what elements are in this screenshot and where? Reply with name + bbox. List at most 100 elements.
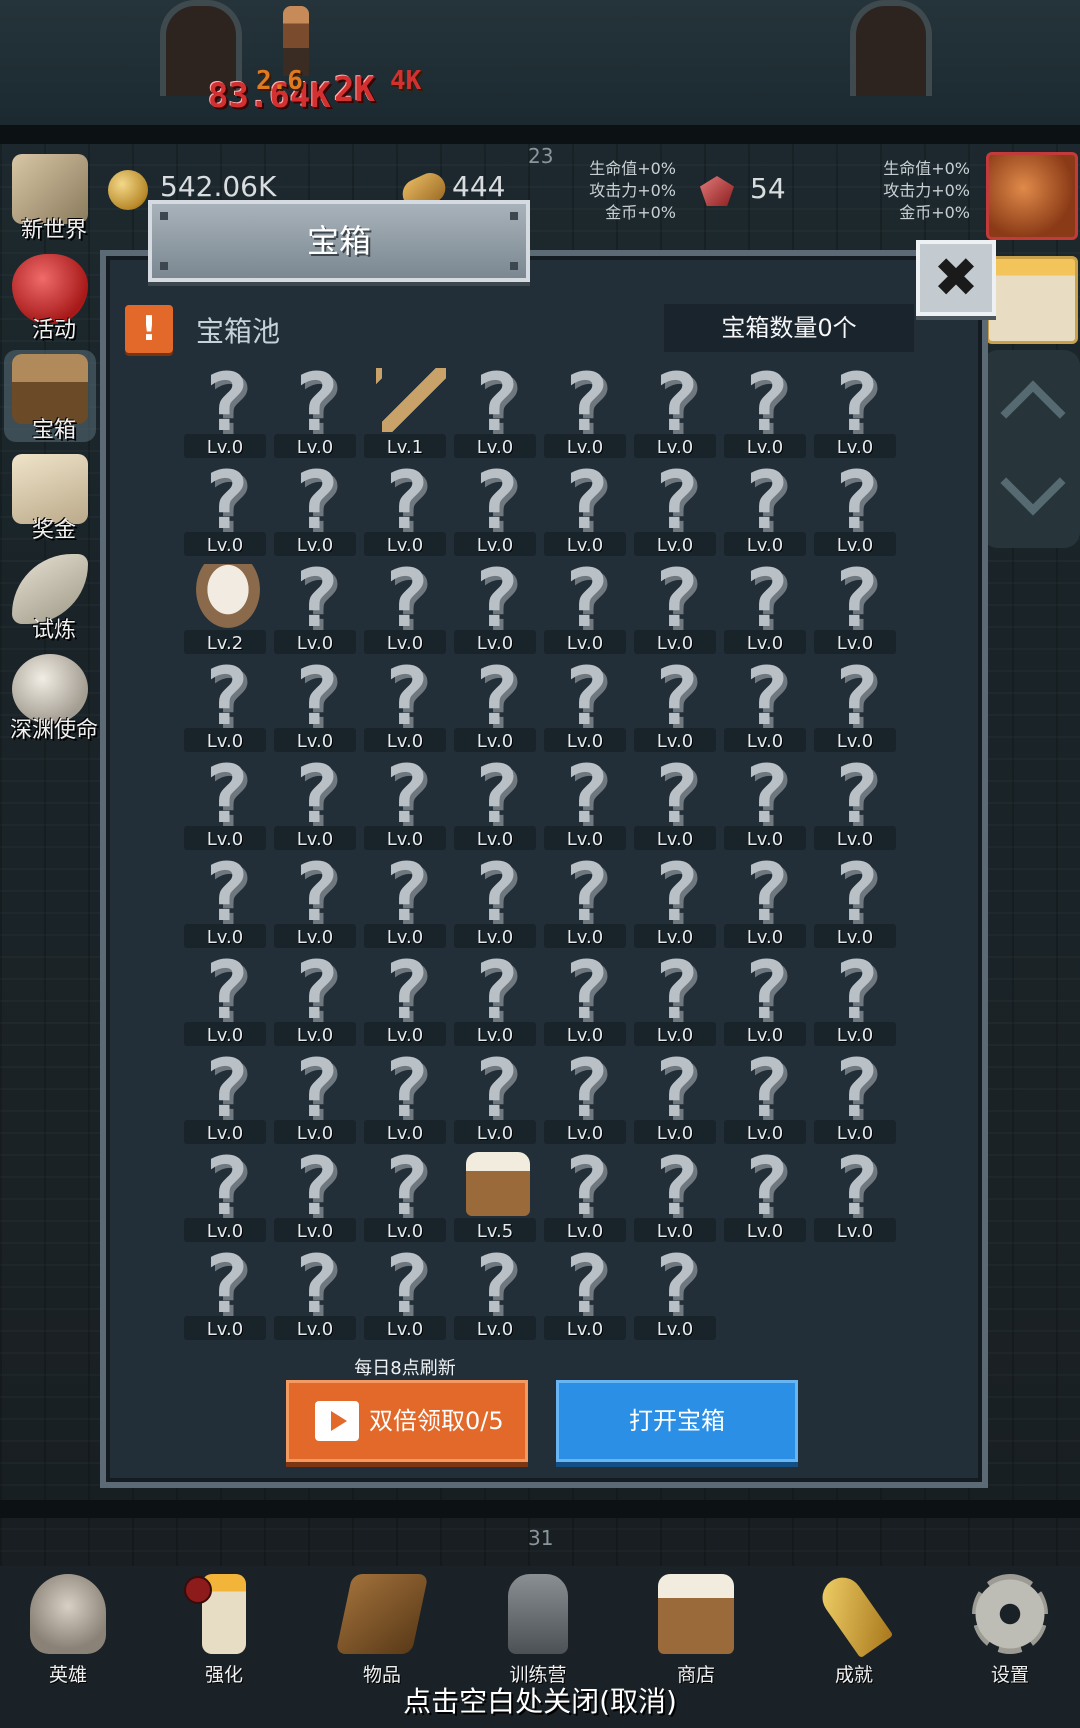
chest-slot[interactable]: ? Lv.0 <box>720 363 810 462</box>
chest-slot[interactable]: ? Lv.0 <box>540 1245 630 1344</box>
chest-slot[interactable]: ? Lv.0 <box>270 1147 360 1246</box>
chest-slot[interactable]: ? Lv.0 <box>450 461 540 560</box>
chest-slot[interactable]: Lv.1 <box>360 364 450 462</box>
close-button[interactable]: ✖ <box>916 240 996 316</box>
chest-slot[interactable]: ? Lv.0 <box>450 1245 540 1344</box>
sidebar-item-abyss-mission[interactable]: 深渊使命 <box>4 650 98 743</box>
chest-slot[interactable]: ? Lv.0 <box>360 559 450 658</box>
chest-slot[interactable]: ? Lv.0 <box>540 363 630 462</box>
chest-slot[interactable]: ? Lv.0 <box>630 657 720 756</box>
nav-settings[interactable]: 设置 <box>950 1574 1070 1686</box>
chest-slot[interactable]: Lv.2 <box>180 560 270 658</box>
open-chest-button[interactable]: 打开宝箱 <box>556 1380 798 1462</box>
chest-slot[interactable]: ? Lv.0 <box>270 951 360 1050</box>
chest-slot[interactable]: ? Lv.0 <box>810 951 900 1050</box>
chest-slot[interactable]: ? Lv.0 <box>810 657 900 756</box>
chest-slot[interactable]: ? Lv.0 <box>360 657 450 756</box>
chest-slot[interactable]: ? Lv.0 <box>720 951 810 1050</box>
chest-slot[interactable]: ? Lv.0 <box>450 363 540 462</box>
chest-slot[interactable]: ? Lv.0 <box>540 461 630 560</box>
chest-slot[interactable]: ? Lv.0 <box>180 853 270 952</box>
chest-slot[interactable]: ? Lv.0 <box>540 1147 630 1246</box>
chest-slot[interactable]: ? Lv.0 <box>450 657 540 756</box>
chest-slot[interactable]: ? Lv.0 <box>810 755 900 854</box>
sidebar-item-trial[interactable]: 试炼 <box>4 550 96 643</box>
chest-slot[interactable]: ? Lv.0 <box>450 755 540 854</box>
double-claim-button[interactable]: 双倍领取0/5 <box>286 1380 528 1462</box>
nav-training-camp[interactable]: 训练营 <box>478 1574 598 1686</box>
chest-slot[interactable]: ? Lv.0 <box>270 755 360 854</box>
chest-slot[interactable]: ? Lv.0 <box>180 951 270 1050</box>
chest-slot[interactable]: ? Lv.0 <box>720 755 810 854</box>
chest-slot[interactable]: ? Lv.0 <box>540 559 630 658</box>
sidebar-item-events[interactable]: 活动 <box>4 250 96 343</box>
chest-slot[interactable]: ? Lv.0 <box>450 1049 540 1148</box>
close-hint[interactable]: 点击空白处关闭(取消) <box>0 1680 1080 1720</box>
chest-slot[interactable]: ? Lv.0 <box>630 951 720 1050</box>
chest-slot[interactable]: ? Lv.0 <box>360 951 450 1050</box>
chest-slot[interactable]: ? Lv.0 <box>810 1140 900 1246</box>
chest-slot[interactable]: ? Lv.0 <box>360 1147 450 1246</box>
candle-icon[interactable] <box>986 256 1078 344</box>
nav-enhance[interactable]: 强化 <box>164 1574 284 1686</box>
chest-slot[interactable]: ? Lv.0 <box>540 657 630 756</box>
chest-slot[interactable]: ? Lv.0 <box>810 363 900 462</box>
chest-slot[interactable]: ? Lv.0 <box>360 1049 450 1148</box>
chest-slot[interactable]: ? Lv.0 <box>540 755 630 854</box>
chest-slot[interactable]: ? Lv.0 <box>720 461 810 560</box>
potion-apple-icon[interactable] <box>986 152 1078 240</box>
chest-slot[interactable]: ? Lv.0 <box>360 853 450 952</box>
chest-slot[interactable]: ? Lv.0 <box>180 755 270 854</box>
chest-slot[interactable]: ? Lv.0 <box>270 1245 360 1344</box>
nav-items[interactable]: 物品 <box>322 1574 442 1686</box>
sidebar-item-new-world[interactable]: 新世界 <box>4 150 96 243</box>
nav-shop[interactable]: 商店 <box>636 1574 756 1686</box>
chest-slot[interactable]: ? Lv.0 <box>450 853 540 952</box>
chest-slot[interactable]: ? Lv.0 <box>270 363 360 462</box>
unknown-item-icon: ? <box>831 1140 881 1233</box>
chest-slot[interactable]: ? Lv.0 <box>360 755 450 854</box>
chevron-up-icon[interactable] <box>1000 380 1066 446</box>
chest-slot[interactable]: ? Lv.0 <box>540 853 630 952</box>
chest-slot[interactable]: ? Lv.0 <box>720 657 810 756</box>
chest-slot[interactable]: ? Lv.0 <box>630 559 720 658</box>
chest-slot[interactable]: Lv.5 <box>450 1148 540 1246</box>
chest-slot[interactable]: ? Lv.0 <box>720 559 810 658</box>
chest-slot[interactable]: ? Lv.0 <box>180 1147 270 1246</box>
chest-slot[interactable]: ? Lv.0 <box>630 755 720 854</box>
chest-slot[interactable]: ? Lv.0 <box>810 1049 900 1148</box>
chest-slot[interactable]: ? Lv.0 <box>180 1245 270 1344</box>
sidebar-item-chest[interactable]: 宝箱 <box>4 350 96 443</box>
chest-slot[interactable]: ? Lv.0 <box>180 461 270 560</box>
chest-slot[interactable]: ? Lv.0 <box>720 1147 810 1246</box>
chest-slot[interactable]: ? Lv.0 <box>270 853 360 952</box>
chest-slot[interactable]: ? Lv.0 <box>180 657 270 756</box>
chest-slot[interactable]: ? Lv.0 <box>540 951 630 1050</box>
chevron-down-icon[interactable] <box>1000 450 1066 516</box>
chest-slot[interactable]: ? Lv.0 <box>630 1049 720 1148</box>
chest-slot[interactable]: ? Lv.0 <box>630 363 720 462</box>
chest-slot[interactable]: ? Lv.0 <box>270 559 360 658</box>
chest-slot[interactable]: ? Lv.0 <box>360 1245 450 1344</box>
chest-slot[interactable]: ? Lv.0 <box>630 461 720 560</box>
chest-slot[interactable]: ? Lv.0 <box>270 461 360 560</box>
chest-slot[interactable]: ? Lv.0 <box>720 1049 810 1148</box>
chest-slot[interactable]: ? Lv.0 <box>810 461 900 560</box>
nav-hero[interactable]: 英雄 <box>8 1574 128 1686</box>
chest-slot[interactable]: ? Lv.0 <box>270 1049 360 1148</box>
chest-slot[interactable]: ? Lv.0 <box>720 853 810 952</box>
chest-slot[interactable]: ? Lv.0 <box>180 1049 270 1148</box>
chest-slot[interactable]: ? Lv.0 <box>450 559 540 658</box>
chest-slot[interactable]: ? Lv.0 <box>180 363 270 462</box>
chest-slot[interactable]: ? Lv.0 <box>630 853 720 952</box>
chest-slot[interactable]: ? Lv.0 <box>810 559 900 658</box>
sidebar-item-bonus[interactable]: 奖金 <box>4 450 96 543</box>
chest-slot[interactable]: ? Lv.0 <box>540 1049 630 1148</box>
nav-achievements[interactable]: 成就 <box>794 1569 914 1686</box>
chest-slot[interactable]: ? Lv.0 <box>270 657 360 756</box>
chest-slot[interactable]: ? Lv.0 <box>450 951 540 1050</box>
chest-slot[interactable]: ? Lv.0 <box>630 1245 720 1344</box>
chest-slot[interactable]: ? Lv.0 <box>810 853 900 952</box>
chest-slot[interactable]: ? Lv.0 <box>360 461 450 560</box>
chest-slot[interactable]: ? Lv.0 <box>630 1147 720 1246</box>
